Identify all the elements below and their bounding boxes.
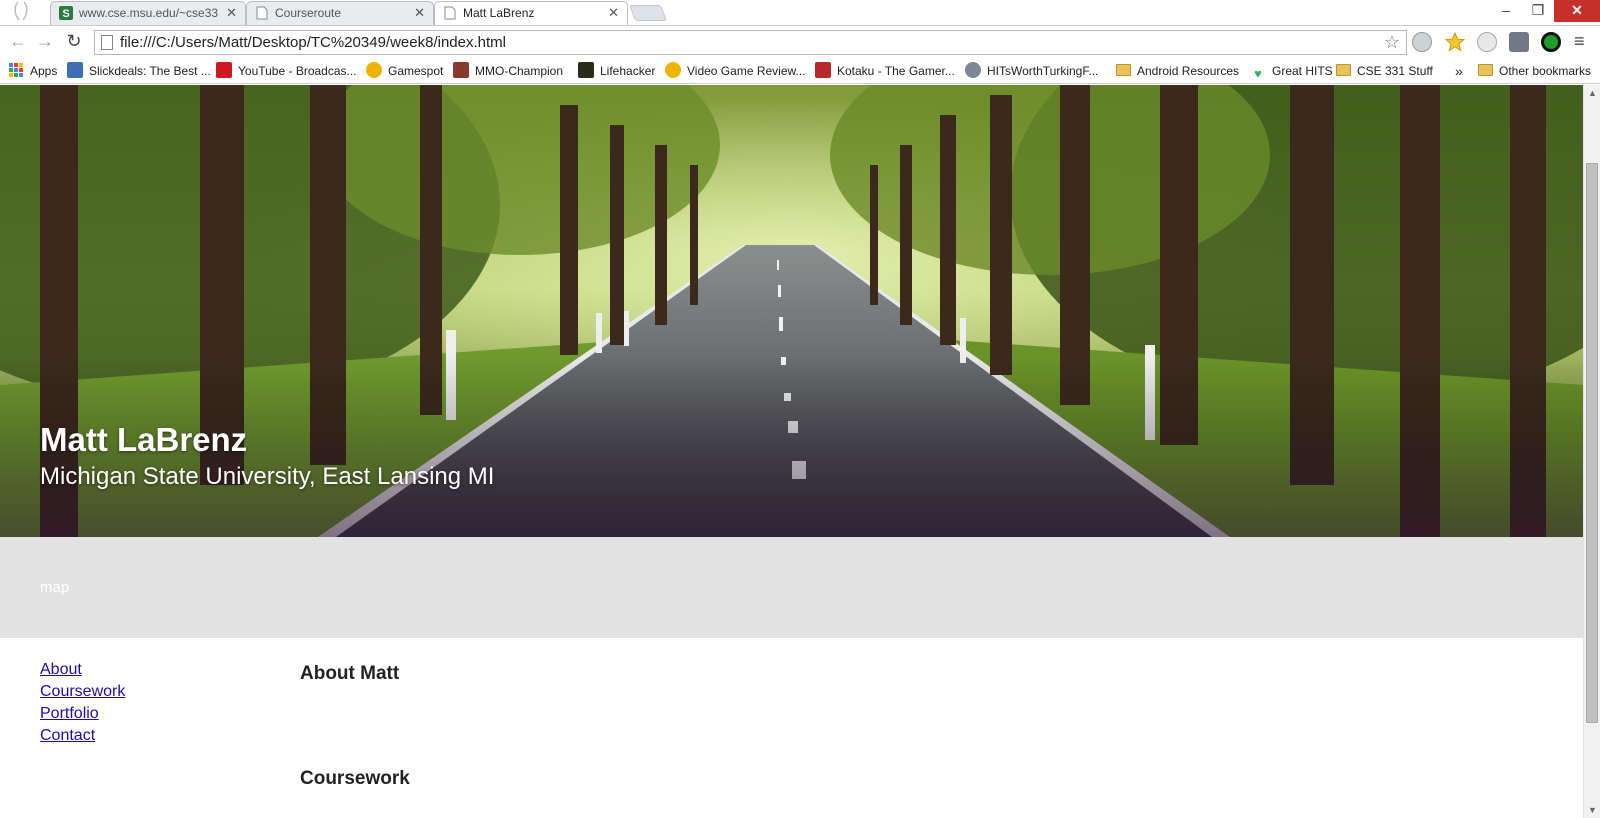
hero-banner: Matt LaBrenz Michigan State University, …: [0, 85, 1583, 537]
bookmark-great-hits[interactable]: ♥ Great HITS: [1250, 62, 1333, 81]
back-arrow-icon[interactable]: ←: [6, 31, 30, 53]
tab-title: Matt LaBrenz: [463, 6, 535, 20]
bookmarks-overflow-chevron[interactable]: »: [1455, 62, 1463, 81]
tab-strip: S www.cse.msu.edu/~cse33 ✕ Courseroute ✕…: [0, 0, 1600, 25]
bookmark-kotaku[interactable]: Kotaku - The Gamer...: [815, 62, 955, 81]
bookmark-other-bookmarks[interactable]: Other bookmarks: [1478, 62, 1591, 81]
browser-toolbar: ← → ↻ file:///C:/Users/Matt/Desktop/TC%2…: [0, 25, 1600, 59]
extension-info-icon[interactable]: [1412, 32, 1432, 52]
youtube-icon: [216, 62, 232, 78]
kotaku-icon: [815, 62, 831, 78]
nav-link-about[interactable]: About: [40, 659, 260, 681]
bookmark-label: Other bookmarks: [1499, 64, 1592, 78]
bookmark-label: Video Game Review...: [687, 64, 806, 78]
window-close-icon[interactable]: ✕: [1554, 0, 1600, 22]
page-icon: [444, 6, 456, 20]
bookmark-youtube[interactable]: YouTube - Broadcas...: [216, 62, 357, 81]
s-site-icon: S: [59, 6, 73, 20]
bookmark-label: CSE 331 Stuff: [1357, 64, 1433, 78]
bookmark-label: Android Resources: [1137, 64, 1240, 78]
lifehacker-icon: [578, 62, 594, 78]
folder-icon: [1478, 64, 1493, 76]
tab-close-icon[interactable]: ✕: [414, 2, 425, 24]
extension-status-icon[interactable]: [1541, 32, 1561, 52]
address-bar[interactable]: file:///C:/Users/Matt/Desktop/TC%20349/w…: [94, 30, 1407, 55]
folder-icon: [1336, 64, 1351, 76]
bookmark-label: Slickdeals: The Best ...: [89, 64, 211, 78]
window-controls: – ❐ ✕: [1490, 0, 1600, 22]
gamespot-icon: [366, 62, 382, 78]
tab-close-icon[interactable]: ✕: [608, 2, 619, 24]
page-icon: [256, 6, 268, 20]
folder-icon: [1116, 64, 1131, 76]
url-text[interactable]: file:///C:/Users/Matt/Desktop/TC%20349/w…: [120, 34, 506, 51]
side-nav: About Coursework Portfolio Contact: [40, 659, 260, 747]
heart-icon: ♥: [1254, 66, 1262, 81]
page-icon: [101, 35, 113, 50]
forward-arrow-icon[interactable]: →: [33, 31, 57, 53]
extension-puzzle-icon[interactable]: [1509, 32, 1529, 52]
bookmark-label: HITsWorthTurkingF...: [987, 64, 1099, 78]
tab-cse-msu[interactable]: S www.cse.msu.edu/~cse33 ✕: [50, 1, 246, 25]
bookmark-android-resources[interactable]: Android Resources: [1116, 62, 1239, 81]
bookmark-label: MMO-Champion: [475, 64, 564, 78]
menu-icon[interactable]: ≡: [1574, 32, 1590, 50]
tab-title: Courseroute: [275, 6, 342, 20]
bookmark-video-game-review[interactable]: Video Game Review...: [665, 62, 806, 81]
hits-icon: [965, 62, 981, 78]
bookmark-label: Lifehacker: [600, 64, 656, 78]
new-tab-button[interactable]: [629, 5, 667, 21]
bookmark-slickdeals[interactable]: Slickdeals: The Best ...: [67, 62, 211, 81]
bookmark-hits-worth-turking[interactable]: HITsWorthTurkingF...: [965, 62, 1098, 81]
bookmark-label: YouTube - Broadcas...: [238, 64, 357, 78]
bookmark-lifehacker[interactable]: Lifehacker: [578, 62, 655, 81]
page-viewport: Matt LaBrenz Michigan State University, …: [0, 85, 1583, 818]
slickdeals-icon: [67, 62, 83, 78]
scroll-thumb[interactable]: [1586, 163, 1598, 723]
nav-link-coursework[interactable]: Coursework: [40, 681, 260, 703]
section-heading-coursework: Coursework: [300, 768, 410, 789]
minimize-icon[interactable]: –: [1490, 0, 1522, 22]
bookmark-label: Kotaku - The Gamer...: [837, 64, 955, 78]
tab-title: www.cse.msu.edu/~cse33: [79, 6, 219, 20]
map-label: map: [40, 579, 70, 596]
scroll-down-arrow-icon[interactable]: ▼: [1588, 805, 1597, 815]
hero-name: Matt LaBrenz: [40, 421, 248, 458]
scroll-up-arrow-icon[interactable]: ▲: [1588, 88, 1597, 98]
reload-icon[interactable]: ↻: [62, 31, 86, 53]
gamespot-icon: [665, 62, 681, 78]
nav-link-contact[interactable]: Contact: [40, 725, 260, 747]
map-section: map: [0, 537, 1583, 638]
bookmark-gamespot[interactable]: Gamespot: [366, 62, 443, 81]
bookmark-apps[interactable]: Apps: [8, 62, 57, 81]
extension-star-icon[interactable]: [1445, 32, 1465, 52]
vertical-scrollbar[interactable]: ▲ ▼: [1583, 85, 1600, 818]
bookmark-label: Gamespot: [388, 64, 444, 78]
svg-text:S: S: [62, 8, 69, 20]
nav-link-portfolio[interactable]: Portfolio: [40, 703, 260, 725]
mmo-champion-icon: [453, 62, 469, 78]
apps-grid-icon: [9, 63, 23, 77]
bookmark-label: Apps: [30, 64, 58, 78]
hero-subtitle: Michigan State University, East Lansing …: [40, 463, 495, 490]
profile-icon[interactable]: [10, 0, 32, 22]
tab-close-icon[interactable]: ✕: [226, 2, 237, 24]
section-heading-about: About Matt: [300, 663, 400, 684]
tab-matt-labrenz[interactable]: Matt LaBrenz ✕: [434, 1, 628, 25]
bookmark-star-icon[interactable]: ☆: [1384, 32, 1400, 53]
bookmark-label: Great HITS: [1272, 64, 1333, 78]
tab-courseroute[interactable]: Courseroute ✕: [246, 1, 434, 25]
bookmarks-bar: Apps Slickdeals: The Best ... YouTube - …: [0, 59, 1600, 84]
bookmark-cse-331-stuff[interactable]: CSE 331 Stuff: [1336, 62, 1433, 81]
restore-icon[interactable]: ❐: [1522, 0, 1554, 22]
bookmark-mmo-champion[interactable]: MMO-Champion: [453, 62, 563, 81]
extension-search-icon[interactable]: [1477, 32, 1497, 52]
